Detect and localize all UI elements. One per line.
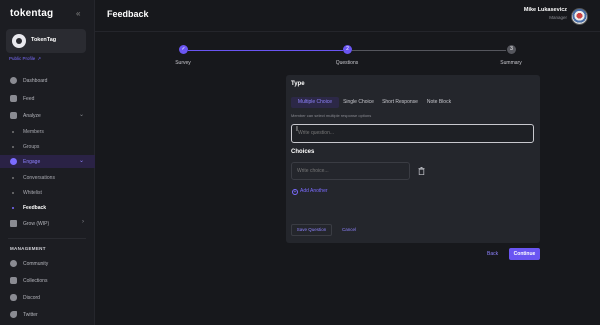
sidebar-item-label: Members — [23, 129, 44, 135]
user-name: Mike Lukasevicz — [523, 7, 567, 13]
sidebar-item-community[interactable]: Community — [0, 257, 95, 270]
user-role: Manager — [549, 15, 567, 20]
bullet-icon — [12, 130, 14, 133]
app-logo[interactable]: tokentag — [10, 8, 53, 19]
public-profile-link[interactable]: Public Profile ↗ — [9, 56, 41, 62]
save-question-button[interactable]: Save Question — [291, 224, 332, 236]
analyze-icon — [10, 112, 17, 119]
bullet-icon — [12, 176, 14, 179]
page-title: Feedback — [107, 9, 149, 19]
org-avatar — [12, 34, 26, 48]
choice-input[interactable]: Write choice... — [291, 162, 410, 180]
bullet-icon — [12, 191, 14, 194]
sidebar-item-label: Grow (WIP) — [23, 220, 50, 227]
engage-icon — [10, 158, 17, 165]
tab-multiple-choice[interactable]: Multiple Choice — [291, 97, 339, 108]
feed-icon — [10, 95, 17, 102]
sidebar-item-label: Feedback — [23, 205, 47, 211]
external-link-icon: ↗ — [37, 56, 42, 61]
header-divider — [95, 31, 600, 32]
sidebar-item-dashboard[interactable]: Dashboard — [0, 74, 95, 87]
step-survey-marker: ✓ — [179, 45, 188, 54]
sidebar-subitem-members[interactable]: Members — [0, 126, 95, 137]
chevron-down-icon: ⌄ — [78, 112, 84, 118]
user-avatar[interactable] — [571, 8, 588, 25]
step-summary-label: Summary — [500, 60, 522, 66]
step-questions-marker: 2 — [343, 45, 352, 54]
chevron-down-icon: ⌄ — [78, 158, 84, 164]
add-another-label: Add Another — [300, 188, 328, 194]
sidebar-item-collections[interactable]: Collections — [0, 274, 95, 287]
sidebar: tokentag « TokenTag Public Profile ↗ Dash… — [0, 0, 95, 325]
public-profile-label: Public Profile — [9, 56, 36, 61]
sidebar-item-twitter[interactable]: Twitter — [0, 308, 95, 321]
discord-icon — [10, 294, 17, 301]
back-button[interactable]: Back — [487, 251, 498, 257]
sidebar-item-label: Feed — [23, 95, 35, 102]
tab-short-response[interactable]: Short Response — [380, 97, 420, 108]
continue-button[interactable]: Continue — [509, 248, 540, 260]
plus-circle-icon: + — [292, 189, 298, 195]
sidebar-item-label: Dashboard — [23, 77, 48, 84]
sidebar-subitem-conversations[interactable]: Conversations — [0, 172, 95, 183]
sidebar-divider — [8, 238, 86, 239]
sidebar-item-feed[interactable]: Feed — [0, 92, 95, 105]
add-another-choice-button[interactable]: + Add Another — [292, 188, 328, 195]
sidebar-subitem-whitelist[interactable]: Whitelist — [0, 187, 95, 198]
question-form-card: Type Multiple Choice Single Choice Short… — [286, 75, 540, 243]
sidebar-item-discord[interactable]: Discord — [0, 291, 95, 304]
sidebar-item-grow[interactable]: Grow (WIP) › — [0, 217, 95, 230]
tab-single-choice[interactable]: Single Choice — [341, 97, 376, 108]
sidebar-item-analyze[interactable]: Analyze ⌄ — [0, 109, 95, 122]
sidebar-item-label: Conversations — [23, 175, 55, 181]
bullet-icon — [12, 206, 14, 209]
bullet-icon — [12, 145, 14, 148]
step-summary-marker: 3 — [507, 45, 516, 54]
sidebar-item-label: Analyze — [23, 112, 41, 119]
management-title: MANAGEMENT — [10, 246, 46, 251]
stepper-connector — [352, 49, 506, 51]
type-section-title: Type — [291, 81, 305, 87]
sidebar-item-label: Whitelist — [23, 190, 42, 196]
question-type-helper-text: Member can select multiple response opti… — [291, 113, 372, 118]
text-cursor-icon: I — [296, 126, 298, 133]
chevron-right-icon: › — [82, 219, 84, 225]
org-switcher[interactable]: TokenTag — [6, 29, 86, 53]
trash-icon[interactable] — [418, 167, 425, 175]
org-name: TokenTag — [31, 37, 57, 43]
sidebar-item-label: Engage — [23, 158, 41, 165]
community-icon — [10, 260, 17, 267]
dashboard-icon — [10, 77, 17, 84]
sidebar-item-label: Discord — [23, 294, 40, 301]
sidebar-subitem-feedback[interactable]: Feedback — [0, 202, 95, 213]
sidebar-subitem-groups[interactable]: Groups — [0, 141, 95, 152]
stepper-connector — [188, 49, 343, 51]
cancel-button[interactable]: Cancel — [342, 227, 356, 232]
choices-section-title: Choices — [291, 149, 315, 155]
grow-icon — [10, 220, 17, 227]
collapse-sidebar-icon[interactable]: « — [76, 9, 80, 18]
collections-icon — [10, 277, 17, 284]
twitter-icon — [10, 311, 17, 318]
sidebar-item-label: Collections — [23, 277, 48, 284]
sidebar-item-label: Groups — [23, 144, 40, 150]
tab-note-block[interactable]: Note Block — [424, 97, 454, 108]
question-input[interactable]: Write question... — [291, 124, 534, 143]
step-questions-label: Questions — [335, 60, 359, 66]
sidebar-item-label: Community — [23, 260, 49, 267]
sidebar-item-label: Twitter — [23, 311, 38, 318]
step-survey-label: Survey — [175, 60, 191, 66]
sidebar-item-engage[interactable]: Engage ⌄ — [0, 155, 95, 168]
